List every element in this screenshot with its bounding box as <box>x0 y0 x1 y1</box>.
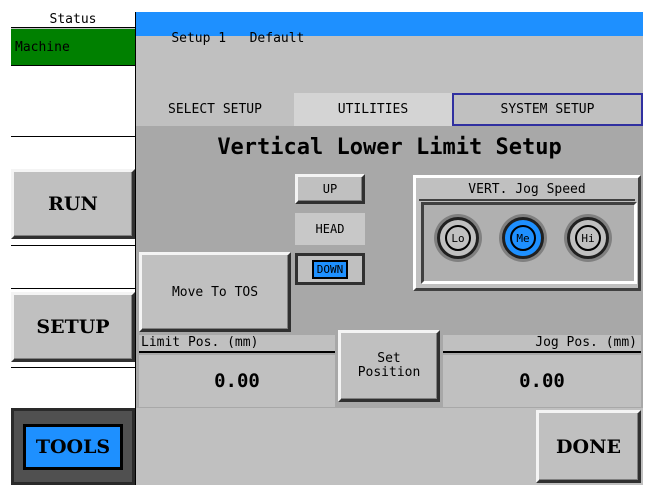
status-label: Status <box>11 12 135 28</box>
set-position-button[interactable]: Set Position <box>338 330 440 402</box>
setup-header-bar: Setup 1 Default <box>136 12 643 46</box>
jog-speed-lo-label: Lo <box>445 225 471 251</box>
set-position-line2: Position <box>357 365 421 380</box>
page-title: Vertical Lower Limit Setup <box>217 134 562 160</box>
move-to-tos-button[interactable]: Move To TOS <box>139 252 291 332</box>
divider <box>11 367 135 368</box>
divider <box>11 245 135 246</box>
done-button[interactable]: DONE <box>536 410 641 483</box>
run-button[interactable]: RUN <box>11 169 135 239</box>
jog-speed-hi-label: Hi <box>575 225 601 251</box>
jog-speed-me-label: Me <box>510 225 536 251</box>
tab-system-setup[interactable]: SYSTEM SETUP <box>452 93 643 126</box>
setup-name: Default <box>249 31 305 46</box>
head-up-button[interactable]: UP <box>295 174 365 204</box>
jog-speed-lo-button[interactable]: Lo <box>437 217 479 259</box>
limit-pos-label: Limit Pos. (mm) <box>139 335 335 353</box>
set-position-line1: Set <box>377 351 401 366</box>
tab-utilities[interactable]: UTILITIES <box>294 93 452 126</box>
head-label: HEAD <box>295 213 365 245</box>
head-down-label: DOWN <box>311 259 349 279</box>
divider <box>11 136 135 137</box>
jog-speed-me-button[interactable]: Me <box>502 217 544 259</box>
jog-pos-label: Jog Pos. (mm) <box>443 335 641 353</box>
tab-select-setup[interactable]: SELECT SETUP <box>136 93 294 126</box>
setup-button[interactable]: SETUP <box>11 292 135 362</box>
tools-button[interactable]: TOOLS <box>11 408 135 485</box>
jog-pos-value: 0.00 <box>443 355 641 407</box>
jog-speed-title: VERT. Jog Speed <box>419 179 635 201</box>
tools-button-label: TOOLS <box>23 423 123 470</box>
hmi-screen: Status Machine Setup 1 Default RUN SETUP… <box>11 12 643 485</box>
jog-speed-hi-button[interactable]: Hi <box>567 217 609 259</box>
divider <box>11 65 135 66</box>
machine-status-badge: Machine <box>11 29 135 65</box>
head-down-button[interactable]: DOWN <box>295 253 365 285</box>
setup-number: Setup 1 <box>171 31 227 46</box>
limit-pos-value: 0.00 <box>139 355 335 407</box>
divider <box>11 288 135 289</box>
